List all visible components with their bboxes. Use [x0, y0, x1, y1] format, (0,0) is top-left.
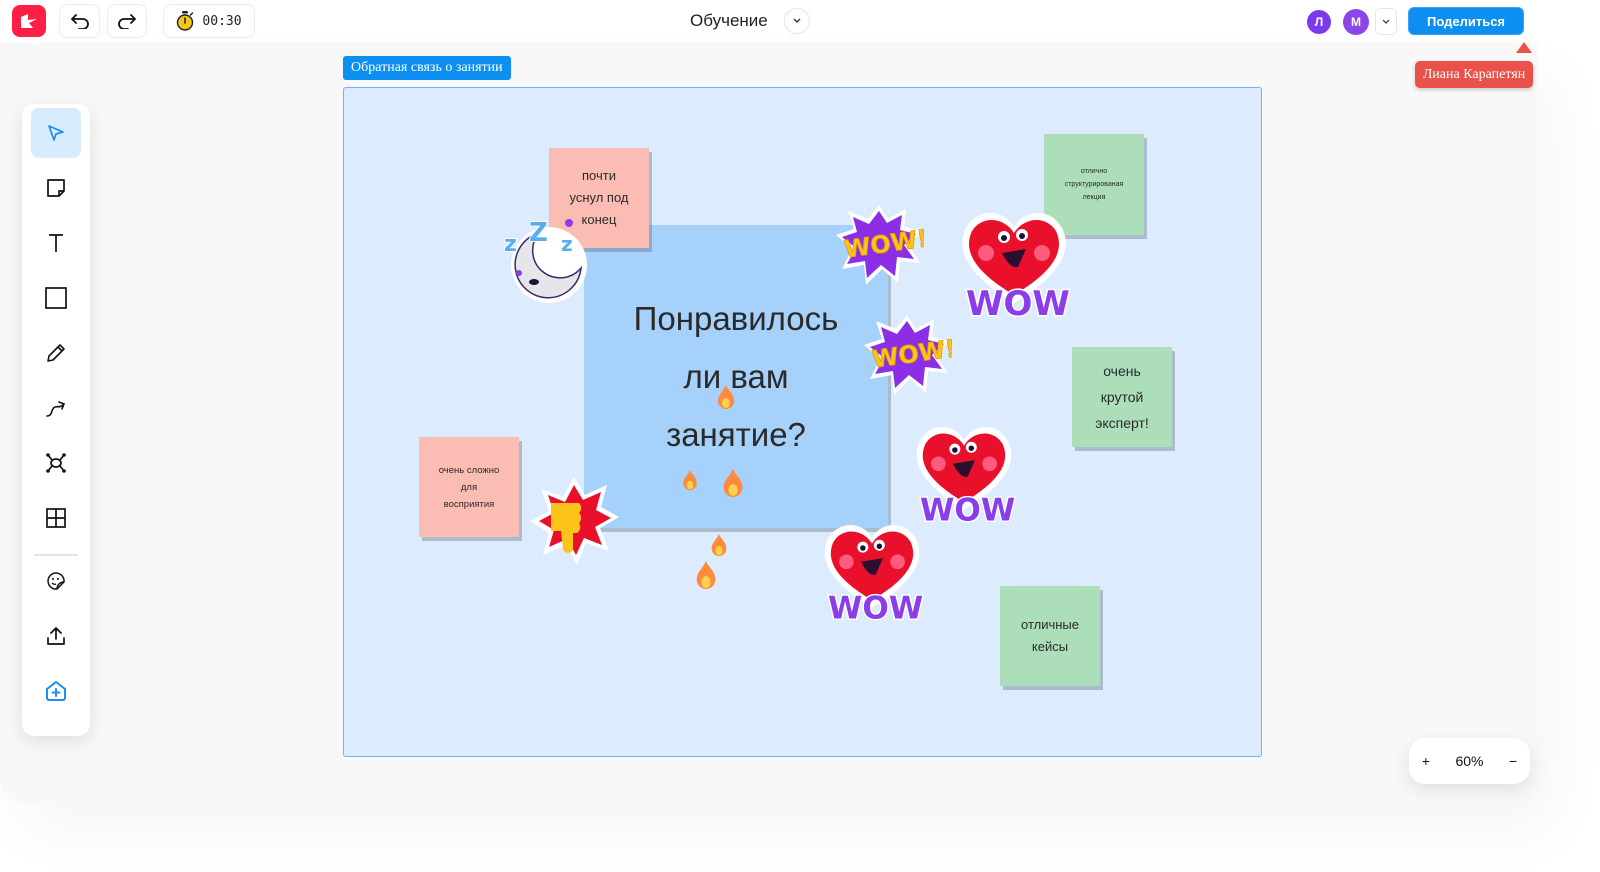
timer-value: 00:30 — [202, 13, 242, 29]
logo-icon — [21, 14, 37, 28]
share-button[interactable]: Поделиться — [1408, 7, 1524, 35]
fire-reaction — [723, 469, 743, 497]
add-template-icon — [46, 681, 66, 701]
wow-heart-sticker[interactable]: WOW — [909, 418, 1019, 526]
connector-arrow-icon — [46, 401, 66, 417]
svg-text:WOW: WOW — [920, 493, 1015, 526]
tool-shape[interactable] — [31, 273, 81, 323]
sticky-note[interactable]: очень сложно для восприятия — [419, 437, 519, 537]
wow-burst-sticker[interactable]: WOW! — [862, 313, 952, 398]
sticky-text: структурированая — [1064, 181, 1124, 188]
board-title[interactable]: Обучение — [690, 11, 768, 31]
redo-icon — [118, 14, 136, 29]
zoom-out-button[interactable]: − — [1509, 753, 1517, 769]
board-menu-button[interactable] — [783, 8, 810, 34]
tool-add-template[interactable] — [31, 666, 81, 716]
tools-toolbar — [22, 104, 90, 736]
tool-select[interactable] — [31, 108, 81, 158]
rectangle-icon — [45, 287, 67, 309]
collaborators-more-button[interactable] — [1375, 8, 1397, 35]
sticky-text: очень сложно — [438, 464, 500, 476]
avatar[interactable]: М — [1343, 9, 1369, 35]
sticky-note-icon — [47, 179, 65, 197]
svg-text:Z: Z — [529, 218, 548, 248]
sticky-text: отличные — [1021, 617, 1079, 632]
cursor-arrow-icon — [48, 125, 64, 141]
frame-label[interactable]: Обратная связь о занятии — [343, 56, 511, 80]
tool-upload[interactable] — [31, 611, 81, 661]
sticky-text: крутой — [1100, 389, 1144, 405]
svg-text:WOW: WOW — [828, 591, 923, 624]
redo-button[interactable] — [107, 4, 147, 38]
sticky-text: почти — [582, 168, 616, 183]
chevron-down-icon — [1382, 19, 1390, 24]
top-bar: 00:30 Обучение Л М Поделиться — [0, 0, 1560, 43]
timer-button[interactable]: 00:30 — [163, 4, 255, 38]
upload-icon — [47, 627, 65, 645]
fire-reaction — [711, 534, 727, 556]
table-grid-icon — [46, 508, 66, 528]
sticker-icon — [47, 572, 65, 590]
stopwatch-icon — [177, 11, 194, 31]
zoom-control: + 60% − — [1409, 738, 1530, 784]
zoom-in-button[interactable]: + — [1422, 753, 1430, 769]
text-icon — [49, 234, 63, 252]
fire-reaction — [696, 561, 716, 589]
tool-mind-map[interactable] — [31, 438, 81, 488]
tool-sticky-note[interactable] — [31, 163, 81, 213]
wow-burst-sticker[interactable]: WOW! — [834, 203, 924, 288]
sticky-text: кейсы — [1031, 639, 1069, 654]
sticky-note[interactable]: очень крутой эксперт! — [1072, 347, 1172, 447]
tool-text[interactable] — [31, 218, 81, 268]
mind-map-icon — [46, 453, 66, 473]
avatar[interactable]: Л — [1307, 10, 1331, 34]
app-logo[interactable] — [12, 5, 46, 37]
question-line: занятие? — [666, 415, 806, 453]
tool-table[interactable] — [31, 493, 81, 543]
question-line: Понравилось — [633, 299, 839, 337]
sticky-text: очень — [1103, 363, 1141, 379]
thumbs-down-sticker[interactable] — [527, 473, 622, 568]
sticky-text: эксперт! — [1095, 415, 1149, 431]
zoom-level[interactable]: 60% — [1455, 753, 1483, 769]
tool-stickers[interactable] — [31, 556, 81, 606]
svg-text:z: z — [504, 232, 517, 257]
fire-reaction — [683, 470, 697, 490]
chevron-down-icon — [793, 18, 801, 23]
sticky-note[interactable]: отличные кейсы — [1000, 586, 1100, 686]
tool-pen[interactable] — [31, 328, 81, 378]
fire-reaction — [718, 385, 734, 409]
sleepy-moon-sticker[interactable]: z Z z — [499, 213, 594, 308]
sticky-text: отлично — [1080, 168, 1108, 175]
undo-button[interactable] — [59, 4, 100, 38]
svg-text:WOW: WOW — [966, 284, 1070, 321]
wow-heart-sticker[interactable]: WOW — [954, 203, 1074, 321]
collaborator-cursor-label: Лиана Карапетян — [1415, 61, 1533, 88]
svg-text:z: z — [561, 232, 573, 256]
board-title-area: Обучение — [690, 6, 810, 36]
feedback-frame[interactable]: Понравилось ли вам занятие? почти уснул … — [343, 87, 1262, 757]
pencil-icon — [47, 344, 65, 362]
sticky-text: восприятия — [443, 498, 495, 510]
undo-icon — [70, 14, 89, 29]
tool-connector[interactable] — [31, 383, 81, 433]
sticky-text: уснул под — [569, 190, 629, 205]
sticky-text: для — [460, 481, 478, 493]
sticky-text: лекция — [1082, 194, 1106, 201]
wow-heart-sticker[interactable]: WOW — [817, 516, 927, 624]
collaborator-cursor-icon — [1516, 42, 1532, 53]
